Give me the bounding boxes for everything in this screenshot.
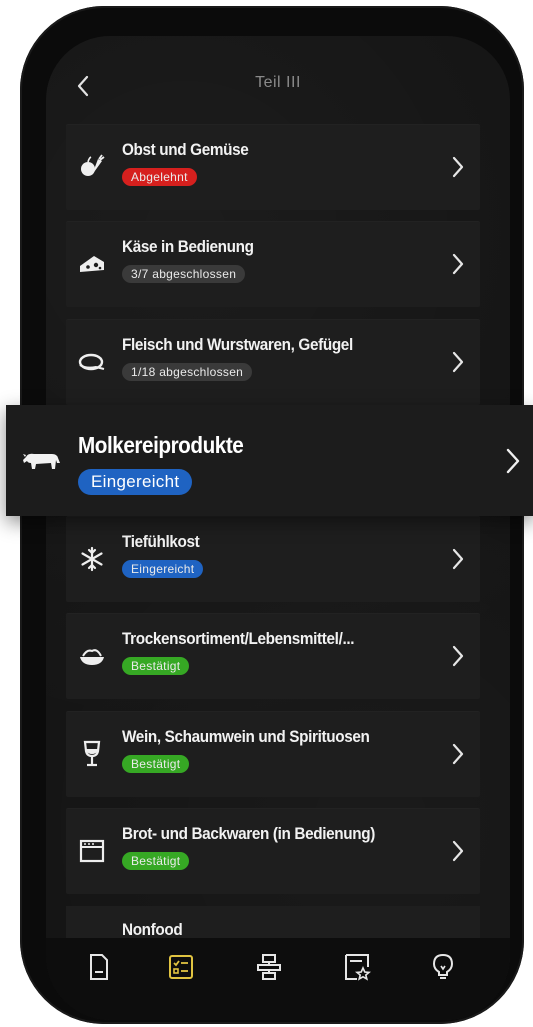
header: Teil III [46,36,510,126]
item-label: Wein, Schaumwein und Spirituosen [122,727,370,746]
status-badge: Eingereicht [122,560,204,578]
item-label: Käse in Bedienung [122,237,254,256]
item-label: Obst und Gemüse [122,140,249,159]
tab-structure[interactable] [252,950,286,984]
tab-favorites[interactable] [340,950,374,984]
status-badge: Abgelehnt [122,168,197,186]
oven-icon [78,808,106,894]
app-screen: Teil III Obst und Gemüse Abgelehnt Käse … [46,36,510,1020]
list-item-fleisch[interactable]: Fleisch und Wurstwaren, Gefügel 1/18 abg… [66,319,480,405]
chevron-right-icon [450,711,466,797]
status-badge: Bestätigt [122,755,190,773]
list-item-brot[interactable]: Brot- und Backwaren (in Bedienung) Bestä… [66,808,480,894]
chevron-right-icon [450,516,466,602]
status-badge: Bestätigt [122,657,190,675]
status-badge: 3/7 abgeschlossen [122,265,246,283]
carrot-apple-icon [78,124,106,210]
item-label: Trockensortiment/Lebensmittel/... [122,629,355,648]
item-label: Brot- und Backwaren (in Bedienung) [122,824,375,843]
list-item-trockensortiment[interactable]: Trockensortiment/Lebensmittel/... Bestät… [66,613,480,699]
checklist-icon [169,955,193,979]
item-label: Tiefühlkost [122,532,200,551]
tab-documents[interactable] [82,950,116,984]
tab-checklist[interactable] [164,950,198,984]
list-item-tiefkuehlkost[interactable]: Tiefühlkost Eingereicht [66,516,480,602]
status-badge: Eingereicht [78,469,193,495]
tab-tips[interactable] [426,950,460,984]
wine-glass-icon [78,711,106,797]
structure-icon [257,954,281,980]
list-item-kaese[interactable]: Käse in Bedienung 3/7 abgeschlossen [66,221,480,307]
chevron-right-icon [450,124,466,210]
cheese-icon [78,221,106,307]
noodle-bowl-icon [78,613,106,699]
item-label: Fleisch und Wurstwaren, Gefügel [122,335,353,354]
list-item-molkereiprodukte-highlighted[interactable]: Molkereiprodukte Eingereicht [6,405,533,516]
chevron-right-icon [503,405,523,516]
document-icon [90,954,108,980]
cow-icon [22,405,62,516]
lightbulb-icon [432,953,454,979]
starred-document-icon [345,954,371,981]
list-item-obst-gemuese[interactable]: Obst und Gemüse Abgelehnt [66,124,480,210]
chevron-right-icon [450,221,466,307]
snowflake-icon [78,516,106,602]
chevron-right-icon [450,808,466,894]
page-title: Teil III [255,74,301,91]
bottom-tab-bar [46,938,510,1020]
item-label: Nonfood [122,920,183,939]
chevron-right-icon [450,613,466,699]
meat-icon [78,319,106,405]
status-badge: 1/18 abgeschlossen [122,363,253,381]
status-badge: Bestätigt [122,852,190,870]
list-item-wein[interactable]: Wein, Schaumwein und Spirituosen Bestäti… [66,711,480,797]
item-label: Molkereiprodukte [78,432,244,458]
chevron-right-icon [450,319,466,405]
